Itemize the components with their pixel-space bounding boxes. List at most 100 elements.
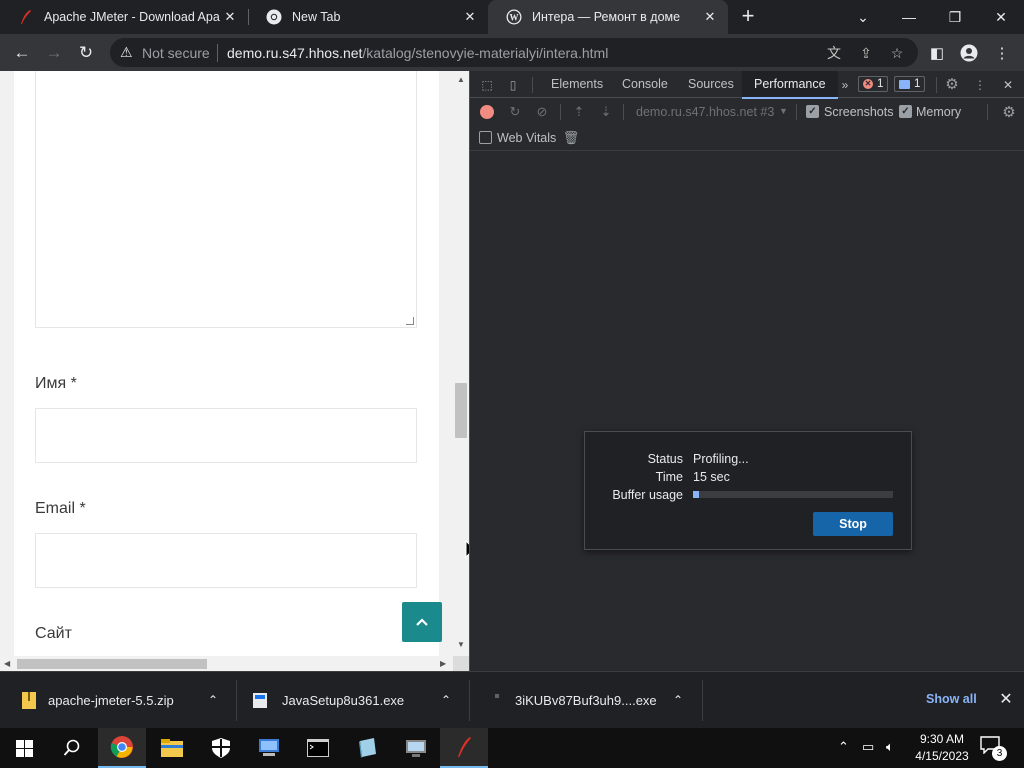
- dropdown-arrow-icon[interactable]: ▼: [779, 106, 788, 116]
- gear-icon[interactable]: ⚙: [943, 75, 961, 93]
- taskbar-remote-desktop[interactable]: [245, 728, 293, 768]
- web-vitals-label[interactable]: Web Vitals: [497, 131, 556, 145]
- new-tab-button[interactable]: +: [736, 5, 760, 29]
- name-field[interactable]: [35, 408, 417, 463]
- download-item[interactable]: JavaSetup8u361.exe ⌃: [237, 672, 469, 729]
- reload-icon[interactable]: ↻: [73, 40, 99, 66]
- volume-icon[interactable]: 🔈︎: [886, 739, 894, 755]
- warning-icon[interactable]: ⚠: [120, 44, 133, 61]
- tab-sources[interactable]: Sources: [688, 71, 734, 98]
- trash-icon[interactable]: 🗑: [562, 129, 580, 147]
- back-to-top-button[interactable]: [402, 602, 442, 642]
- record-button[interactable]: [480, 105, 494, 119]
- stop-button[interactable]: Stop: [813, 512, 893, 536]
- start-button[interactable]: [0, 728, 48, 768]
- tab-performance[interactable]: Performance: [742, 71, 838, 99]
- system-clock[interactable]: 9:30 AM 4/15/2023: [910, 731, 974, 765]
- close-devtools-icon[interactable]: ✕: [999, 76, 1017, 94]
- share-icon[interactable]: ⇪: [856, 43, 876, 63]
- url-text[interactable]: demo.ru.s47.hhos.net/katalog/stenovyie-m…: [227, 45, 608, 61]
- scroll-right-icon[interactable]: ▶: [440, 659, 446, 668]
- side-panel-icon[interactable]: ◧: [925, 41, 949, 65]
- notification-center-button[interactable]: 3: [980, 736, 1007, 761]
- message-count-badge[interactable]: 1: [894, 76, 926, 92]
- chevron-up-icon[interactable]: ⌃: [670, 692, 686, 708]
- scroll-left-icon[interactable]: ◀: [4, 659, 10, 668]
- file-icon: [495, 694, 499, 698]
- taskbar-jmeter[interactable]: [440, 728, 488, 768]
- close-shelf-icon[interactable]: ✕: [997, 690, 1015, 708]
- memory-label[interactable]: Memory: [916, 105, 961, 119]
- search-icon: [63, 739, 80, 756]
- target-select[interactable]: demo.ru.s47.hhos.net #3: [636, 105, 774, 119]
- divider: [796, 104, 797, 120]
- web-vitals-checkbox[interactable]: [479, 131, 492, 144]
- taskbar-file-explorer[interactable]: [148, 728, 196, 768]
- vertical-scroll-thumb[interactable]: [455, 383, 467, 438]
- browser-tab-new-tab[interactable]: New Tab ✕: [248, 0, 488, 34]
- performance-landing: Status Profiling... Time 15 sec Buffer u…: [470, 150, 1024, 671]
- memory-checkbox[interactable]: ✓: [899, 105, 912, 118]
- bookmark-star-icon[interactable]: ☆: [887, 43, 907, 63]
- download-item[interactable]: 3iKUBv87Buf3uh9....exe ⌃: [470, 672, 702, 729]
- buffer-usage-label: Buffer usage: [612, 488, 683, 502]
- chevron-up-icon[interactable]: ⌃: [838, 739, 849, 755]
- browser-tab-intera[interactable]: W Интера — Ремонт в доме ✕: [488, 0, 728, 34]
- taskbar-network-app[interactable]: [392, 728, 440, 768]
- comment-textarea[interactable]: [35, 71, 417, 328]
- close-tab-icon[interactable]: ✕: [702, 9, 718, 25]
- search-button[interactable]: [48, 728, 96, 768]
- back-icon[interactable]: ←: [9, 40, 35, 66]
- devtools-panel: ⬚ ▯ Elements Console Sources Performance…: [469, 71, 1024, 671]
- tab-console[interactable]: Console: [622, 71, 668, 98]
- show-all-downloads-link[interactable]: Show all: [926, 692, 977, 706]
- tab-search-icon[interactable]: ⌄: [840, 0, 886, 34]
- download-item[interactable]: apache-jmeter-5.5.zip ⌃: [0, 672, 236, 729]
- performance-toolbar: ↻ ⊘ ⇡ ⇣ demo.ru.s47.hhos.net #3 ▼ ✓ Scre…: [470, 99, 1024, 125]
- close-window-button[interactable]: ✕: [978, 0, 1024, 34]
- menu-kebab-icon[interactable]: ⋮: [990, 41, 1014, 65]
- forward-icon[interactable]: →: [41, 40, 67, 66]
- page-viewport: Имя * Email * Сайт ▲ ▼ ◀ ▶: [0, 71, 469, 671]
- taskbar-notes-app[interactable]: [343, 728, 391, 768]
- error-count-badge[interactable]: ✕ 1: [858, 76, 889, 92]
- inspect-element-icon[interactable]: ⬚: [478, 76, 496, 94]
- vertical-scrollbar[interactable]: ▲ ▼: [453, 71, 469, 656]
- scroll-up-icon[interactable]: ▲: [457, 76, 465, 84]
- horizontal-scrollbar[interactable]: ◀ ▶: [0, 656, 453, 671]
- address-bar[interactable]: ⚠ Not secure demo.ru.s47.hhos.net/katalo…: [110, 38, 918, 67]
- screenshots-checkbox[interactable]: ✓: [806, 105, 819, 118]
- browser-tab-jmeter[interactable]: Apache JMeter - Download Apac ✕: [0, 0, 248, 34]
- restore-button[interactable]: ❐: [932, 0, 978, 34]
- profile-icon[interactable]: [957, 41, 981, 65]
- screenshots-label[interactable]: Screenshots: [824, 105, 893, 119]
- taskbar-terminal[interactable]: [294, 728, 342, 768]
- folder-icon: [161, 739, 183, 757]
- tab-elements[interactable]: Elements: [551, 71, 603, 98]
- horizontal-scroll-thumb[interactable]: [17, 659, 207, 669]
- wordpress-icon: W: [506, 9, 522, 25]
- download-icon[interactable]: ⇣: [597, 103, 615, 121]
- upload-icon[interactable]: ⇡: [570, 103, 588, 121]
- clear-icon[interactable]: ⊘: [533, 103, 551, 121]
- url-path: /katalog/stenovyie-materialyi/intera.htm…: [362, 45, 609, 61]
- chevron-up-icon[interactable]: ⌃: [205, 692, 221, 708]
- minimize-button[interactable]: —: [886, 0, 932, 34]
- reload-profile-icon[interactable]: ↻: [506, 103, 524, 121]
- taskbar-chrome[interactable]: [98, 728, 146, 768]
- chevron-up-icon[interactable]: ⌃: [438, 692, 454, 708]
- scroll-down-icon[interactable]: ▼: [457, 641, 465, 649]
- more-tabs-icon[interactable]: »: [836, 76, 854, 94]
- network-icon[interactable]: ▭: [862, 739, 874, 755]
- close-tab-icon[interactable]: ✕: [222, 9, 238, 25]
- capture-settings-gear-icon[interactable]: ⚙: [1000, 103, 1018, 121]
- taskbar-security[interactable]: [197, 728, 245, 768]
- devtools-menu-icon[interactable]: ⋮: [971, 76, 989, 94]
- terminal-icon: [307, 739, 329, 757]
- email-field[interactable]: [35, 533, 417, 588]
- close-tab-icon[interactable]: ✕: [462, 9, 478, 25]
- security-label[interactable]: Not secure: [142, 45, 210, 61]
- resize-grip-icon[interactable]: [406, 317, 414, 325]
- device-toolbar-icon[interactable]: ▯: [504, 76, 522, 94]
- translate-icon[interactable]: 文: [824, 43, 844, 63]
